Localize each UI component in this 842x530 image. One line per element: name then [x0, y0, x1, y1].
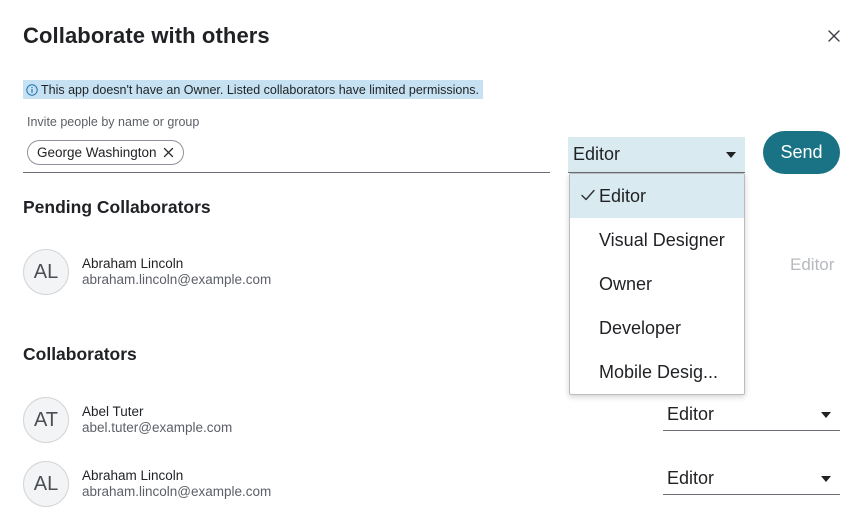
collaborator-row: AL Abraham Lincoln abraham.lincoln@examp…	[23, 461, 271, 507]
person-email: abel.tuter@example.com	[82, 420, 233, 435]
chip-remove-icon[interactable]	[163, 147, 174, 158]
collaborator-row: AT Abel Tuter abel.tuter@example.com	[23, 397, 232, 443]
chevron-down-icon	[821, 476, 831, 482]
role-dropdown-menu: Editor Visual Designer Owner Developer M…	[569, 173, 745, 395]
avatar: AL	[23, 461, 69, 507]
person-name: Abel Tuter	[82, 404, 144, 419]
dialog-title: Collaborate with others	[23, 23, 270, 48]
close-button[interactable]	[824, 26, 842, 46]
close-icon	[828, 30, 840, 42]
chevron-down-icon	[821, 412, 831, 418]
owner-notice: This app doesn't have an Owner. Listed c…	[23, 80, 484, 99]
invite-label: Invite people by name or group	[27, 115, 200, 129]
role-option-visual-designer[interactable]: Visual Designer	[570, 218, 744, 262]
collaborators-heading: Collaborators	[23, 344, 137, 364]
collaborator-role-value: Editor	[667, 468, 715, 488]
avatar: AT	[23, 397, 69, 443]
avatar: AL	[23, 249, 69, 295]
pending-heading: Pending Collaborators	[23, 197, 211, 217]
role-option-label: Developer	[599, 317, 682, 338]
role-option-label: Owner	[599, 273, 653, 294]
invite-role-value: Editor	[573, 144, 621, 164]
role-option-label: Visual Designer	[599, 229, 725, 250]
pending-role-label: Editor	[790, 255, 835, 274]
chip-label: George Washington	[37, 145, 157, 160]
chevron-down-icon	[726, 152, 736, 158]
collaborator-role-select[interactable]: Editor	[663, 399, 840, 431]
check-icon	[581, 189, 595, 201]
role-option-label: Mobile Desig...	[599, 361, 719, 382]
role-option-owner[interactable]: Owner	[570, 262, 744, 306]
notice-text: This app doesn't have an Owner. Listed c…	[41, 82, 480, 97]
person-email: abraham.lincoln@example.com	[82, 484, 272, 499]
person-email: abraham.lincoln@example.com	[82, 272, 272, 287]
invitee-chip: George Washington	[27, 140, 184, 165]
role-option-editor[interactable]: Editor	[570, 174, 744, 218]
role-option-developer[interactable]: Developer	[570, 306, 744, 350]
collaborator-role-select[interactable]: Editor	[663, 463, 840, 495]
invite-input-underline[interactable]	[23, 172, 550, 173]
invite-role-select[interactable]: Editor	[568, 137, 745, 173]
role-option-mobile-designer[interactable]: Mobile Desig...	[570, 350, 744, 394]
info-icon	[26, 83, 38, 96]
send-button[interactable]: Send	[763, 131, 840, 174]
role-option-label: Editor	[599, 185, 647, 206]
collaborator-role-value: Editor	[667, 404, 715, 424]
pending-person-row: AL Abraham Lincoln abraham.lincoln@examp…	[23, 249, 271, 295]
person-name: Abraham Lincoln	[82, 468, 184, 483]
person-name: Abraham Lincoln	[82, 256, 184, 271]
collaborate-dialog: Collaborate with others This app doesn't…	[0, 0, 842, 530]
